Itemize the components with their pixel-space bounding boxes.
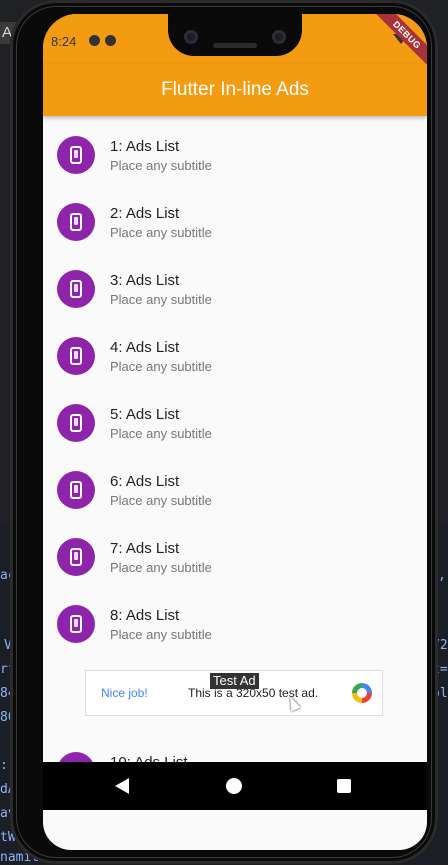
list-item-title: 5: Ads List: [110, 406, 180, 423]
list-item[interactable]: 6: Ads List Place any subtitle: [43, 465, 427, 525]
phone-android-icon: [70, 548, 82, 566]
list-item-title: 6: Ads List: [110, 473, 180, 490]
app-bar: Flutter In-line Ads: [43, 64, 427, 116]
phone-android-icon: [70, 146, 82, 164]
avatar: [57, 605, 95, 643]
camera-icon: [272, 30, 286, 44]
list-item-subtitle: Place any subtitle: [110, 292, 212, 307]
notification-icon: [89, 35, 100, 46]
avatar: [57, 337, 95, 375]
list-item-subtitle: Place any subtitle: [110, 627, 212, 642]
avatar: [57, 538, 95, 576]
camera-icon: [184, 30, 198, 44]
avatar: [57, 471, 95, 509]
status-time: 8:24: [51, 34, 77, 49]
phone-android-icon: [70, 280, 82, 298]
list-item[interactable]: 2: Ads List Place any subtitle: [43, 197, 427, 257]
list-item[interactable]: 4: Ads List Place any subtitle: [43, 331, 427, 391]
phone-android-icon: [70, 414, 82, 432]
avatar: [57, 203, 95, 241]
avatar: [57, 270, 95, 308]
list-item-title: 7: Ads List: [110, 540, 180, 557]
list-item[interactable]: 8: Ads List Place any subtitle: [43, 599, 427, 659]
ad-cta[interactable]: Nice job!: [101, 686, 148, 700]
phone-frame: 8:24 DEBUG Flutter In-line Ads 1: Ads Li…: [10, 0, 438, 864]
avatar: [57, 136, 95, 174]
ad-banner[interactable]: Nice job! This is a 320x50 test ad. Test…: [85, 670, 383, 716]
phone-screen: 8:24 DEBUG Flutter In-line Ads 1: Ads Li…: [43, 14, 427, 850]
list-item-title: 2: Ads List: [110, 205, 180, 222]
list-item-subtitle: Place any subtitle: [110, 426, 212, 441]
list-item[interactable]: 7: Ads List Place any subtitle: [43, 532, 427, 592]
phone-android-icon: [70, 615, 82, 633]
code-fragment: ,: [438, 568, 446, 583]
camera-notch: [168, 14, 302, 56]
notification-icon: [105, 35, 116, 46]
list-item-title: 8: Ads List: [110, 607, 180, 624]
android-nav-bar: [43, 762, 427, 810]
app-title: Flutter In-line Ads: [161, 79, 309, 100]
home-icon[interactable]: [226, 778, 242, 794]
code-fragment: :: [0, 758, 8, 773]
avatar: [57, 404, 95, 442]
admob-logo-icon[interactable]: [352, 683, 372, 703]
list-item[interactable]: 1: Ads List Place any subtitle: [43, 130, 427, 190]
recents-icon[interactable]: [337, 779, 351, 793]
phone-android-icon: [70, 213, 82, 231]
list-item-subtitle: Place any subtitle: [110, 493, 212, 508]
phone-android-icon: [70, 481, 82, 499]
list-item-title: 3: Ads List: [110, 272, 180, 289]
list-item-subtitle: Place any subtitle: [110, 225, 212, 240]
list-item-subtitle: Place any subtitle: [110, 359, 212, 374]
list-item-subtitle: Place any subtitle: [110, 560, 212, 575]
list-item-subtitle: Place any subtitle: [110, 158, 212, 173]
test-ad-label: Test Ad: [210, 673, 259, 689]
list-item-title: 4: Ads List: [110, 339, 180, 356]
speaker-grille: [213, 43, 257, 48]
phone-android-icon: [70, 347, 82, 365]
list-item-title: 1: Ads List: [110, 138, 180, 155]
list-item[interactable]: 3: Ads List Place any subtitle: [43, 264, 427, 324]
list-item[interactable]: 5: Ads List Place any subtitle: [43, 398, 427, 458]
back-icon[interactable]: [115, 778, 129, 794]
